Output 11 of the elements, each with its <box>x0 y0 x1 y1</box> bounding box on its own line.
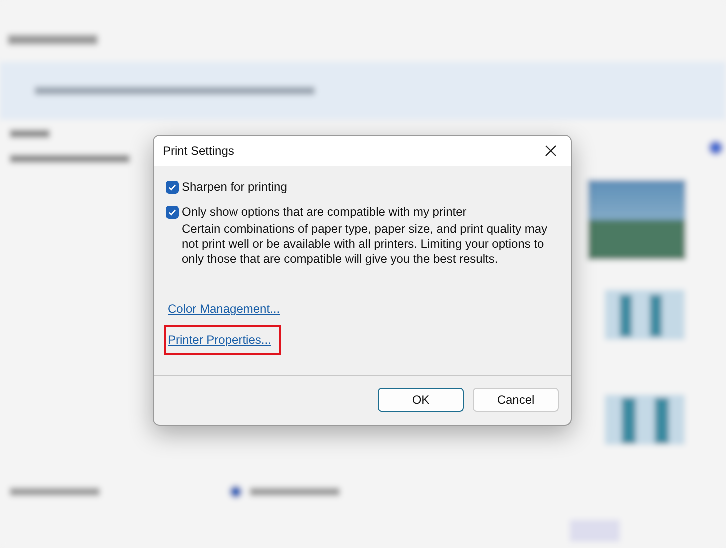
checkbox[interactable] <box>166 206 179 219</box>
ok-button[interactable]: OK <box>378 388 464 412</box>
option-label: Only show options that are compatible with my printer <box>182 205 468 220</box>
link[interactable]: Color Management... <box>164 297 284 321</box>
link[interactable]: Printer Properties... <box>164 325 282 355</box>
close-icon[interactable] <box>545 145 557 157</box>
dialog-title: Print Settings <box>163 144 234 158</box>
checkbox[interactable] <box>166 181 179 194</box>
cancel-button[interactable]: Cancel <box>473 388 559 412</box>
option-label: Sharpen for printing <box>182 180 288 195</box>
option-description: Certain combinations of paper type, paper size, and print quality may not print well or be available with all printers. Limiting your options to only those that are compatible will give you the best results. <box>182 222 549 267</box>
